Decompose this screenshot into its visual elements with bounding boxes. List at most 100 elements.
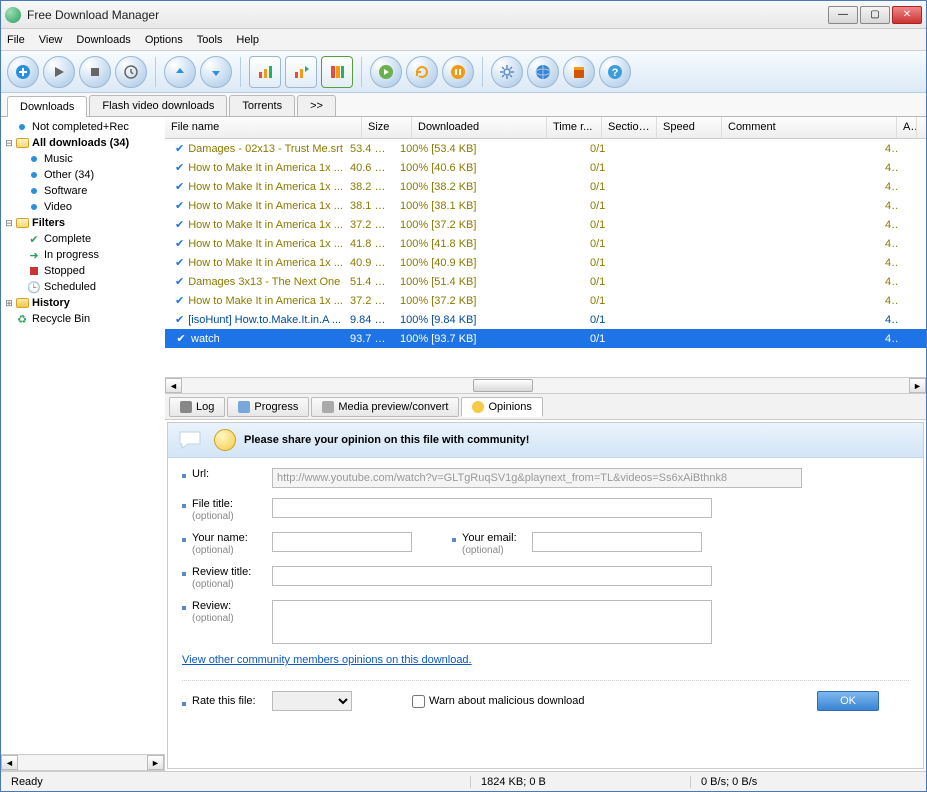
- tab-flash-video[interactable]: Flash video downloads: [89, 95, 227, 116]
- sidebar-hscroll[interactable]: ◄►: [1, 754, 164, 771]
- start-button[interactable]: [43, 56, 75, 88]
- check-icon: ✔: [175, 181, 184, 193]
- rate-select[interactable]: [272, 691, 352, 711]
- move-down-button[interactable]: [200, 56, 232, 88]
- tree-label: Recycle Bin: [32, 313, 90, 325]
- col-time[interactable]: Time r...: [547, 117, 602, 138]
- table-row[interactable]: ✔Damages 3x13 - The Next One ...51.4 KB1…: [165, 272, 926, 291]
- svg-text:?: ?: [612, 67, 619, 79]
- tree-other[interactable]: Other (34): [3, 167, 163, 183]
- detail-tab-opinions[interactable]: Opinions: [461, 397, 542, 417]
- col-speed[interactable]: Speed: [657, 117, 722, 138]
- tree-stopped[interactable]: Stopped: [3, 263, 163, 279]
- tree-not-completed[interactable]: Not completed+Rec: [3, 119, 163, 135]
- menu-options[interactable]: Options: [145, 34, 183, 46]
- table-row[interactable]: ✔How to Make It in America 1x ...37.2 KB…: [165, 215, 926, 234]
- table-row[interactable]: ✔How to Make It in America 1x ...40.9 KB…: [165, 253, 926, 272]
- titlebar: Free Download Manager — ▢ ✕: [1, 1, 926, 29]
- tool-button-3[interactable]: [321, 56, 353, 88]
- tree-label: Scheduled: [44, 281, 96, 293]
- maximize-button[interactable]: ▢: [860, 6, 890, 24]
- table-row[interactable]: ✔[isoHunt] How.to.Make.It.in.A ...9.84 K…: [165, 310, 926, 329]
- settings-button[interactable]: [491, 56, 523, 88]
- tree-all-downloads[interactable]: ⊟All downloads (34): [3, 135, 163, 151]
- menu-downloads[interactable]: Downloads: [76, 34, 130, 46]
- col-comment[interactable]: Comment: [722, 117, 897, 138]
- table-row[interactable]: ✔How to Make It in America 1x ...41.8 KB…: [165, 234, 926, 253]
- view-opinions-link[interactable]: View other community members opinions on…: [182, 654, 472, 666]
- opinion-header: Please share your opinion on this file w…: [244, 434, 529, 446]
- review-title-field[interactable]: [272, 566, 712, 586]
- tree-in-progress[interactable]: ➜In progress: [3, 247, 163, 263]
- col-added[interactable]: A: [897, 117, 917, 138]
- tool-button-2[interactable]: [285, 56, 317, 88]
- tree-music[interactable]: Music: [3, 151, 163, 167]
- table-row[interactable]: ✔How to Make It in America 1x ...38.1 KB…: [165, 196, 926, 215]
- recycle-icon: ♻: [15, 312, 29, 326]
- menu-view[interactable]: View: [39, 34, 63, 46]
- your-name-field[interactable]: [272, 532, 412, 552]
- move-up-button[interactable]: [164, 56, 196, 88]
- table-row[interactable]: ✔watch93.7 KB100% [93.7 KB]0/14/: [165, 329, 926, 348]
- opinions-icon: [472, 401, 484, 413]
- book-button[interactable]: [563, 56, 595, 88]
- list-hscroll[interactable]: ◄►: [165, 377, 926, 394]
- tree-scheduled[interactable]: 🕒Scheduled: [3, 279, 163, 295]
- warn-label: Warn about malicious download: [429, 695, 585, 707]
- table-row[interactable]: ✔Damages - 02x13 - Trust Me.srt53.4 KB10…: [165, 139, 926, 158]
- main-tabbar: Downloads Flash video downloads Torrents…: [1, 93, 926, 117]
- tab-more[interactable]: >>: [297, 95, 336, 116]
- table-row[interactable]: ✔How to Make It in America 1x ...40.6 KB…: [165, 158, 926, 177]
- col-downloaded[interactable]: Downloaded: [412, 117, 547, 138]
- check-icon: ✔: [175, 295, 184, 307]
- url-field[interactable]: [272, 468, 802, 488]
- ok-button[interactable]: OK: [817, 691, 879, 711]
- col-filename[interactable]: File name: [165, 117, 362, 138]
- menu-file[interactable]: File: [7, 34, 25, 46]
- tree-filters[interactable]: ⊟Filters: [3, 215, 163, 231]
- detail-tab-progress[interactable]: Progress: [227, 397, 309, 417]
- file-title-field[interactable]: [272, 498, 712, 518]
- rate-label: Rate this file:: [192, 695, 272, 707]
- smiley-icon: [214, 429, 236, 451]
- table-row[interactable]: ✔How to Make It in America 1x ...38.2 KB…: [165, 177, 926, 196]
- minimize-button[interactable]: —: [828, 6, 858, 24]
- detail-tab-log[interactable]: Log: [169, 397, 225, 417]
- help-button[interactable]: ?: [599, 56, 631, 88]
- review-field[interactable]: [272, 600, 712, 644]
- tree-recycle-bin[interactable]: ♻Recycle Bin: [3, 311, 163, 327]
- tab-downloads[interactable]: Downloads: [7, 96, 87, 117]
- col-sections[interactable]: Sections: [602, 117, 657, 138]
- your-email-field[interactable]: [532, 532, 702, 552]
- browser-button[interactable]: [527, 56, 559, 88]
- tree-video[interactable]: Video: [3, 199, 163, 215]
- detail-tabbar: Log Progress Media preview/convert Opini…: [165, 394, 926, 420]
- menu-tools[interactable]: Tools: [197, 34, 223, 46]
- tree-label: Music: [44, 153, 73, 165]
- tool-button-1[interactable]: [249, 56, 281, 88]
- sidebar-tree: Not completed+Rec ⊟All downloads (34) Mu…: [1, 117, 165, 754]
- check-icon: ✔: [175, 143, 184, 155]
- add-download-button[interactable]: [7, 56, 39, 88]
- tree-software[interactable]: Software: [3, 183, 163, 199]
- refresh-button[interactable]: [406, 56, 438, 88]
- speech-bubble-icon: [178, 430, 206, 450]
- tree-label: Complete: [44, 233, 91, 245]
- stop-button[interactable]: [79, 56, 111, 88]
- tree-complete[interactable]: ✔Complete: [3, 231, 163, 247]
- warn-checkbox[interactable]: [412, 695, 425, 708]
- check-icon: ✔: [175, 162, 184, 174]
- clock-icon: 🕒: [27, 280, 41, 294]
- tree-label: Stopped: [44, 265, 85, 277]
- detail-tab-media[interactable]: Media preview/convert: [311, 397, 459, 417]
- tab-torrents[interactable]: Torrents: [229, 95, 295, 116]
- col-size[interactable]: Size: [362, 117, 412, 138]
- close-button[interactable]: ✕: [892, 6, 922, 24]
- play-media-button[interactable]: [370, 56, 402, 88]
- table-row[interactable]: ✔How to Make It in America 1x ...37.2 KB…: [165, 291, 926, 310]
- schedule-button[interactable]: [115, 56, 147, 88]
- menu-help[interactable]: Help: [236, 34, 259, 46]
- tree-history[interactable]: ⊞History: [3, 295, 163, 311]
- your-email-label: Your email:: [462, 532, 517, 544]
- pause-all-button[interactable]: [442, 56, 474, 88]
